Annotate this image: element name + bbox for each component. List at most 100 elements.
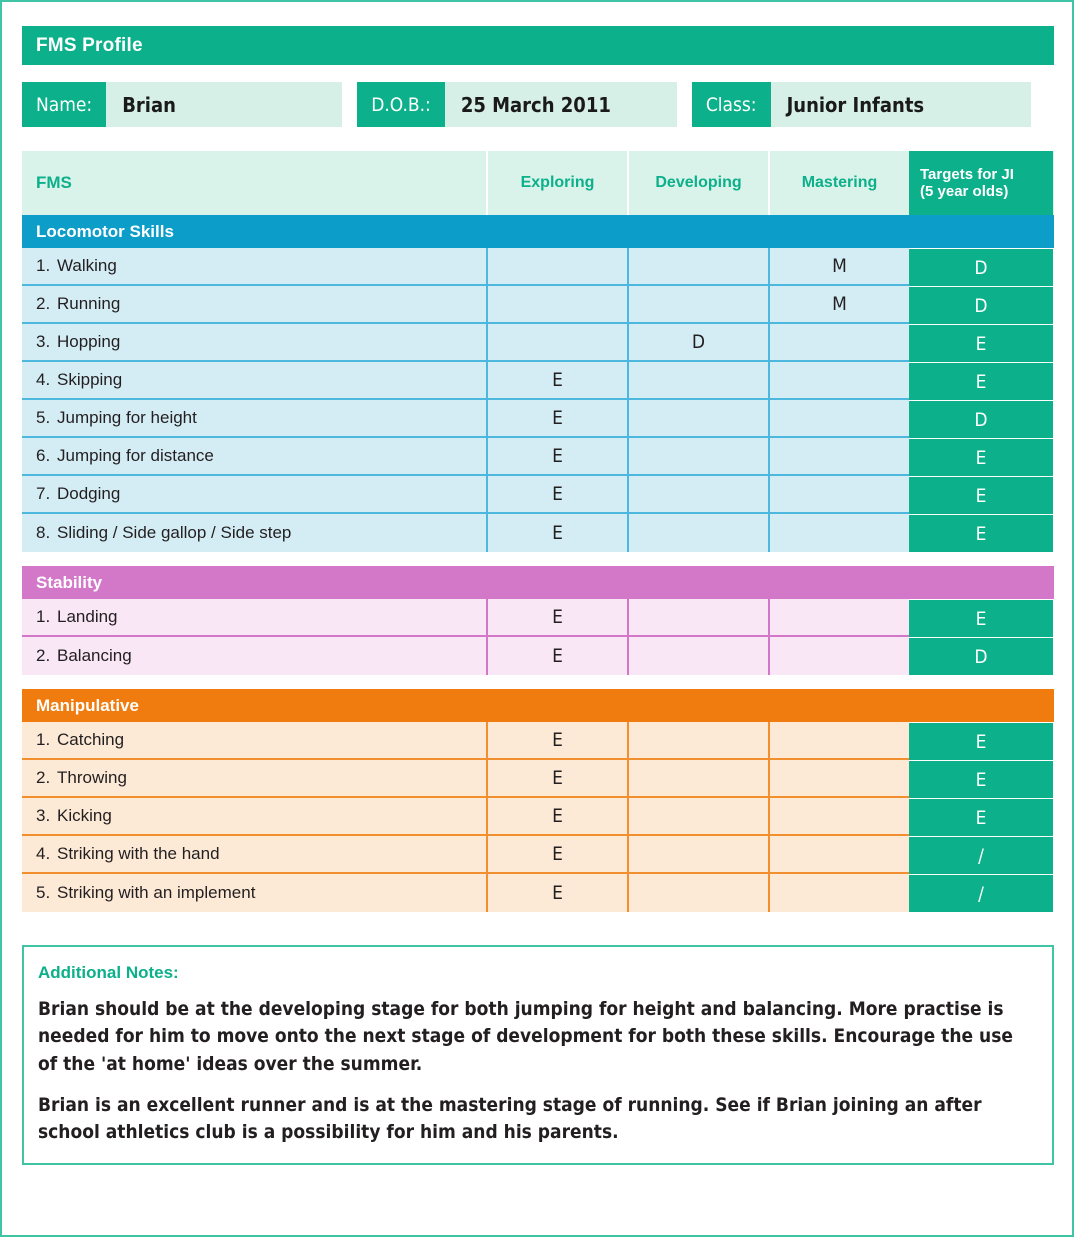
cell-exploring[interactable] [486,286,627,324]
cell-mastering[interactable] [768,722,909,760]
cell-exploring[interactable]: E [486,362,627,400]
cell-target: D [909,248,1053,286]
table-section-stability: Stability 1. Landing E E 2. Balancing E D [22,566,1054,675]
cell-mastering[interactable] [768,476,909,514]
cell-exploring[interactable]: E [486,599,627,637]
column-header-developing: Developing [627,151,768,215]
cell-developing[interactable] [627,400,768,438]
cell-developing[interactable] [627,476,768,514]
cell-developing[interactable] [627,514,768,552]
cell-exploring[interactable]: E [486,438,627,476]
cell-mastering[interactable]: M [768,286,909,324]
notes-paragraph: Brian is an excellent runner and is at t… [38,1094,982,1144]
cell-target: E [909,324,1053,362]
cell-exploring[interactable]: E [486,514,627,552]
skill-number: 2. [36,646,51,665]
cell-mastering[interactable] [768,514,909,552]
cell-exploring[interactable] [486,248,627,286]
cell-mastering[interactable] [768,874,909,912]
cell-mastering[interactable] [768,798,909,836]
field-gap [342,82,357,127]
table-row: 2. Throwing E E [22,760,1054,798]
cell-exploring[interactable]: E [486,476,627,514]
cell-target: E [909,760,1053,798]
skill-number: 2. [36,768,51,787]
skill-number: 4. [36,844,51,863]
table-row: 4. Striking with the hand E / [22,836,1054,874]
table-row: 5. Striking with an implement E / [22,874,1054,912]
table-row: 3. Kicking E E [22,798,1054,836]
cell-mastering[interactable]: M [768,248,909,286]
skill-label: Skipping [57,370,123,389]
skill-name-cell: 4. Striking with the hand [22,836,486,874]
skill-number: 1. [36,607,51,626]
notes-paragraph: Brian should be at the developing stage … [38,998,1014,1075]
cell-exploring[interactable]: E [486,760,627,798]
cell-developing[interactable] [627,836,768,874]
cell-target: E [909,362,1053,400]
cell-developing[interactable] [627,722,768,760]
cell-developing[interactable] [627,438,768,476]
cell-exploring[interactable]: E [486,637,627,675]
cell-developing[interactable]: D [627,324,768,362]
cell-exploring[interactable] [486,324,627,362]
skill-name-cell: 1. Walking [22,248,486,286]
class-field[interactable]: Junior Infants [770,82,1031,127]
skill-name-cell: 3. Hopping [22,324,486,362]
cell-developing[interactable] [627,760,768,798]
cell-developing[interactable] [627,599,768,637]
table-section-manipulative: Manipulative 1. Catching E E 2. Throwing E E 3. Ki… [22,689,1054,912]
skill-name-cell: 3. Kicking [22,798,486,836]
skill-name-cell: 5. Jumping for height [22,400,486,438]
cell-developing[interactable] [627,798,768,836]
cell-mastering[interactable] [768,324,909,362]
cell-target: E [909,514,1053,552]
skill-number: 7. [36,484,51,503]
skill-number: 1. [36,256,51,275]
cell-mastering[interactable] [768,599,909,637]
skill-name-cell: 1. Catching [22,722,486,760]
section-header-locomotor-skills: Locomotor Skills [22,215,1054,248]
skill-name-cell: 1. Landing [22,599,486,637]
name-field[interactable]: Brian [106,82,343,127]
cell-exploring[interactable]: E [486,722,627,760]
cell-developing[interactable] [627,637,768,675]
skill-label: Striking with the hand [57,844,220,863]
skill-number: 5. [36,883,51,902]
dob-label: D.O.B.: [357,82,445,127]
section-header-stability: Stability [22,566,1054,599]
cell-mastering[interactable] [768,362,909,400]
column-header-exploring: Exploring [486,151,627,215]
cell-exploring[interactable]: E [486,836,627,874]
table-sections: Locomotor Skills 1. Walking M D 2. Running M D 3.… [22,215,1054,912]
dob-field[interactable]: 25 March 2011 [444,82,677,127]
cell-mastering[interactable] [768,400,909,438]
skill-label: Landing [57,607,118,626]
table-row: 1. Walking M D [22,248,1054,286]
skill-name-cell: 7. Dodging [22,476,486,514]
cell-developing[interactable] [627,874,768,912]
cell-exploring[interactable]: E [486,798,627,836]
fms-profile-page: FMS Profile Name: Brian D.O.B.: 25 March… [0,0,1074,1237]
cell-mastering[interactable] [768,438,909,476]
cell-developing[interactable] [627,286,768,324]
table-row: 3. Hopping D E [22,324,1054,362]
skill-label: Catching [57,730,125,749]
table-row: 1. Landing E E [22,599,1054,637]
cell-target: D [909,637,1053,675]
cell-mastering[interactable] [768,836,909,874]
skill-label: Walking [57,256,117,275]
cell-developing[interactable] [627,362,768,400]
cell-target: D [909,286,1053,324]
cell-mastering[interactable] [768,637,909,675]
class-label: Class: [691,82,771,127]
cell-exploring[interactable]: E [486,874,627,912]
skill-number: 6. [36,446,51,465]
skill-number: 4. [36,370,51,389]
skill-number: 1. [36,730,51,749]
cell-target: E [909,798,1053,836]
skill-name-cell: 6. Jumping for distance [22,438,486,476]
cell-exploring[interactable]: E [486,400,627,438]
cell-developing[interactable] [627,248,768,286]
cell-mastering[interactable] [768,760,909,798]
